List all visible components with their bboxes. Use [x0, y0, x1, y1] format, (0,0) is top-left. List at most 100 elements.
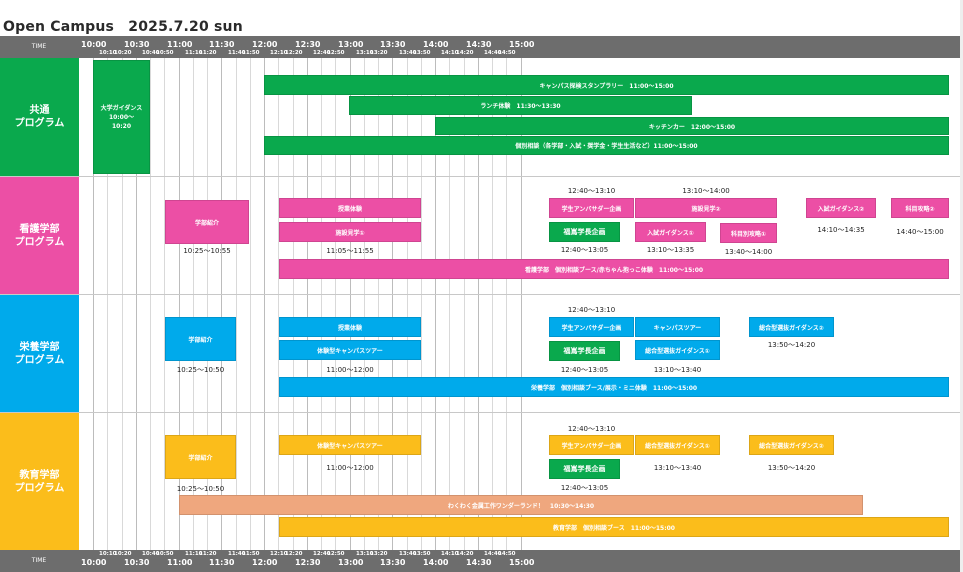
event-nursing-fukuma: 福嶌学長企画 [549, 222, 620, 242]
time-tick-ten: 10:50 [156, 551, 174, 557]
time-tick-hour: 12:00 [252, 40, 278, 49]
page-title: Open Campus 2025.7.20 sun [3, 19, 243, 35]
time-tick-ten: 11:20 [199, 551, 217, 557]
event-lunch: ランチ体験 11:30～13:30 [349, 96, 692, 115]
time-tick-hour: 14:30 [466, 558, 492, 567]
time-tick-hour: 11:00 [167, 40, 193, 49]
time-tick-ten: 11:20 [199, 50, 217, 56]
grid-line [350, 58, 351, 550]
nursing-tour2-time: 13:10～14:00 [682, 187, 730, 195]
grid-line [278, 58, 279, 550]
time-tick-hour: 10:00 [81, 40, 107, 49]
event-nutrition-intro: 学部紹介 [165, 317, 236, 361]
time-tick-hour: 14:30 [466, 40, 492, 49]
time-tick-hour: 10:00 [81, 558, 107, 567]
section-nutrition-line1: 栄養学部 [19, 341, 60, 353]
event-education-intro: 学部紹介 [165, 435, 236, 479]
section-nursing-line2: プログラム [14, 236, 65, 248]
event-education-comprehensive1: 総合型選抜ガイダンス① [635, 435, 720, 455]
grid-line [236, 58, 237, 550]
event-education-tour: 体験型キャンパスツアー [279, 435, 421, 455]
section-nursing-line1: 看護学部 [19, 223, 60, 235]
grid-line [335, 58, 336, 550]
time-tick-hour: 11:00 [167, 558, 193, 567]
event-nutrition-campus-tour: キャンパスツアー [635, 317, 720, 337]
event-nursing-admission1: 入試ガイダンス① [635, 222, 706, 242]
time-tick-hour: 12:30 [295, 558, 321, 567]
time-tick-ten: 10:50 [156, 50, 174, 56]
time-tick-hour: 13:30 [380, 40, 406, 49]
time-tick-hour: 13:00 [338, 40, 364, 49]
time-tick-ten: 13:50 [413, 551, 431, 557]
time-tick-hour: 13:30 [380, 558, 406, 567]
nutrition-fukuma-time: 12:40～13:05 [560, 366, 609, 374]
time-tick-hour: 15:00 [509, 40, 535, 49]
grid-line [307, 58, 308, 550]
event-nursing-intro: 学部紹介 [165, 200, 249, 244]
event-education-booth: 教育学部 個別相談ブース 11:00～15:00 [279, 517, 949, 537]
section-education-line1: 教育学部 [19, 469, 60, 481]
grid-line [321, 58, 322, 550]
time-tick-hour: 12:30 [295, 40, 321, 49]
row-separator [0, 412, 963, 413]
time-tick-ten: 12:20 [285, 551, 303, 557]
section-nutrition-line2: プログラム [14, 354, 65, 366]
time-tick-hour: 15:00 [509, 558, 535, 567]
time-tick-hour: 11:30 [209, 40, 235, 49]
time-tick-ten: 14:50 [498, 551, 516, 557]
nursing-intro-time: 10:25～10:55 [183, 247, 231, 255]
grid-line [250, 58, 251, 550]
row-separator [0, 176, 963, 177]
time-tick-hour: 10:30 [124, 558, 150, 567]
time-tick-ten: 14:50 [498, 50, 516, 56]
event-nursing-ambassador: 学生アンバサダー企画 [549, 198, 634, 218]
time-tick-hour: 11:30 [209, 558, 235, 567]
event-nutrition-tour: 体験型キャンパスツアー [279, 340, 421, 360]
grid-line [264, 58, 265, 550]
nutrition-class-time: 11:00～12:00 [326, 366, 374, 374]
time-tick-ten: 13:20 [370, 551, 388, 557]
section-education: 教育学部 プログラム [0, 413, 79, 550]
time-tick-ten: 10:20 [114, 551, 132, 557]
event-education-comprehensive2: 総合型選抜ガイダンス② [749, 435, 834, 455]
event-nutrition-class: 授業体験 [279, 317, 421, 337]
education-tour-time: 11:00～12:00 [326, 464, 374, 472]
grid-line [293, 58, 294, 550]
time-tick-ten: 13:50 [413, 50, 431, 56]
event-nutrition-fukuma: 福嶌学長企画 [549, 341, 620, 361]
nursing-admission1-time: 13:10～13:35 [646, 246, 695, 254]
education-ambassador-time: 12:40～13:10 [567, 425, 616, 433]
grid-line [392, 58, 393, 550]
grid-line [150, 58, 151, 550]
education-fukuma-time: 12:40～13:05 [560, 484, 609, 492]
event-stamp-rally: キャンパス探検スタンプラリー 11:00～15:00 [264, 75, 949, 95]
time-tick-ten: 11:50 [242, 50, 260, 56]
education-comprehensive1-time: 13:10～13:40 [653, 464, 702, 472]
event-nursing-subject1: 科目別攻略① [720, 223, 777, 243]
grid-line [364, 58, 365, 550]
section-common-line2: プログラム [14, 118, 65, 129]
event-nutrition-comprehensive1: 総合型選抜ガイダンス① [635, 340, 720, 360]
time-header-label: TIME [31, 557, 47, 564]
event-common-consultation: 個別相談（各学部・入試・奨学金・学生生活など）11:00～15:00 [264, 136, 949, 155]
grid-line [378, 58, 379, 550]
event-education-wonderland: わくわく金属工作ワンダーランド！ 10:30～14:30 [179, 495, 863, 515]
row-separator [0, 294, 963, 295]
time-tick-ten: 10:20 [114, 50, 132, 56]
event-kitchen-car: キッチンカー 12:00～15:00 [435, 117, 949, 135]
time-header-top: TIME 10:00 10:10 10:20 10:30 10:40 10:50 11:00… [0, 36, 963, 58]
nutrition-ambassador-time: 12:40～13:10 [567, 306, 616, 314]
section-nutrition: 栄養学部 プログラム [0, 295, 79, 412]
event-nursing-booth: 看護学部 個別相談ブース/赤ちゃん抱っこ体験 11:00～15:00 [279, 259, 949, 279]
section-education-line2: プログラム [14, 482, 65, 494]
nutrition-intro-time: 10:25～10:50 [176, 366, 225, 374]
education-comprehensive2-time: 13:50～14:20 [767, 464, 816, 472]
time-tick-hour: 10:30 [124, 40, 150, 49]
time-tick-ten: 14:20 [456, 551, 474, 557]
nursing-ambassador-time: 12:40～13:10 [567, 187, 616, 195]
time-tick-hour: 12:00 [252, 558, 278, 567]
nursing-class-time: 11:05～11:55 [326, 247, 374, 255]
time-tick-hour: 14:00 [423, 40, 449, 49]
education-intro-time: 10:25～10:50 [176, 485, 225, 493]
event-nutrition-ambassador: 学生アンバサダー企画 [549, 317, 634, 337]
